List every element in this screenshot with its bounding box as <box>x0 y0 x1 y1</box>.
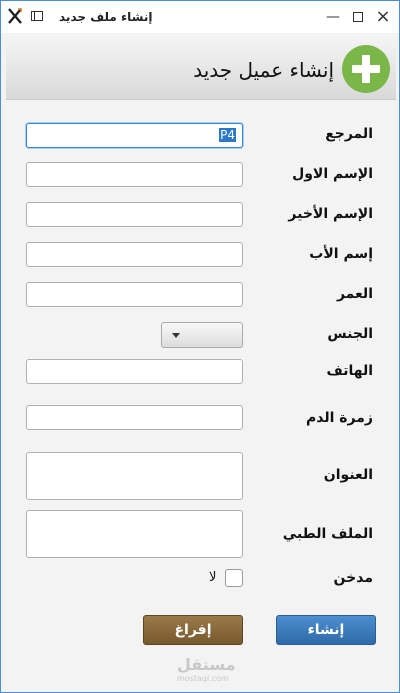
window-menu-icon[interactable] <box>31 11 43 21</box>
medical-file-label: الملف الطبي <box>282 526 373 542</box>
address-field[interactable] <box>26 452 243 500</box>
gender-label: الجنس <box>327 326 373 342</box>
phone-label: الهاتف <box>326 363 373 379</box>
blood-type-field[interactable] <box>26 405 243 430</box>
last-name-field[interactable] <box>26 202 243 227</box>
chevron-down-icon <box>172 333 180 338</box>
blood-type-label: زمرة الدم <box>306 410 373 426</box>
form-header: إنشاء عميل جديد <box>6 38 396 100</box>
app-logo-icon <box>8 8 22 24</box>
smoker-label: مدخن <box>333 570 373 586</box>
father-name-label: إسم الأب <box>309 246 373 262</box>
title-bar: إنشاء ملف جديد — × <box>1 1 399 33</box>
age-field[interactable] <box>26 282 243 307</box>
gender-select[interactable] <box>161 322 243 348</box>
app-window: إنشاء ملف جديد — × إنشاء عميل جديد المرج… <box>0 0 400 693</box>
maximize-button[interactable] <box>348 7 368 27</box>
reference-label: المرجع <box>325 126 373 142</box>
last-name-label: الإسم الأخير <box>288 206 373 222</box>
phone-field[interactable] <box>26 359 243 384</box>
window-title: إنشاء ملف جديد <box>59 10 153 24</box>
medical-file-field[interactable] <box>26 510 243 558</box>
reference-field[interactable]: P4 <box>26 123 243 148</box>
watermark: مستقل mostaql.com <box>177 655 236 684</box>
first-name-field[interactable] <box>26 162 243 187</box>
address-label: العنوان <box>323 467 373 483</box>
add-client-icon <box>342 45 390 93</box>
age-label: العمر <box>336 286 373 302</box>
close-button[interactable]: × <box>373 7 393 27</box>
father-name-field[interactable] <box>26 242 243 267</box>
reference-value: P4 <box>219 128 236 142</box>
watermark-logo: مستقل <box>177 655 236 674</box>
first-name-label: الإسم الاول <box>292 166 373 182</box>
smoker-checkbox[interactable] <box>225 569 243 587</box>
page-title: إنشاء عميل جديد <box>193 58 334 82</box>
create-button[interactable]: إنشاء <box>276 615 376 645</box>
smoker-option-label: لا <box>209 570 217 585</box>
watermark-url: mostaql.com <box>177 674 229 683</box>
clear-button[interactable]: إفراغ <box>143 615 243 645</box>
minimize-button[interactable]: — <box>323 7 343 27</box>
maximize-icon <box>353 12 363 22</box>
